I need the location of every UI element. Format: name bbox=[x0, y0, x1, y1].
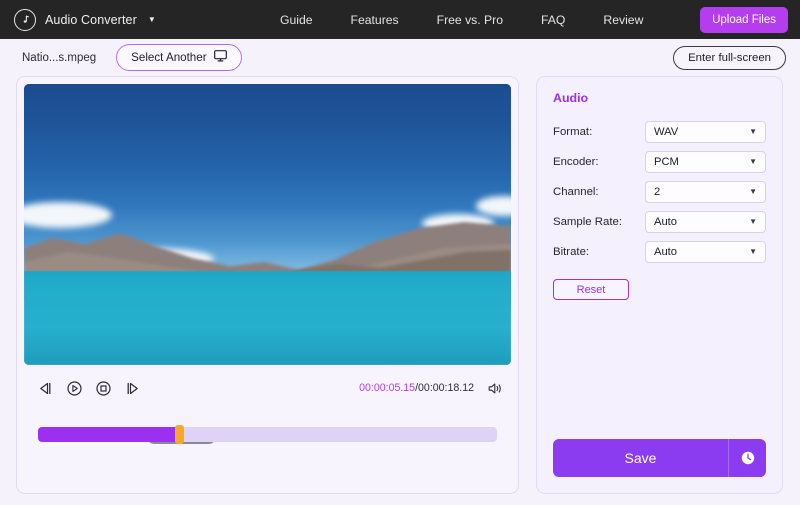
bitrate-select[interactable]: Auto ▼ bbox=[645, 241, 766, 263]
chevron-down-icon: ▼ bbox=[749, 187, 757, 196]
save-button[interactable]: Save bbox=[553, 439, 728, 477]
nav-item-features[interactable]: Features bbox=[351, 13, 399, 27]
prev-frame-icon bbox=[40, 382, 51, 394]
channel-value: 2 bbox=[654, 186, 661, 198]
progress-handle[interactable] bbox=[174, 425, 184, 444]
enter-fullscreen-button[interactable]: Enter full-screen bbox=[673, 45, 786, 70]
volume-button[interactable] bbox=[488, 382, 503, 395]
audio-settings-panel: Audio Format: WAV ▼ Encoder: PCM ▼ Chann… bbox=[536, 76, 783, 494]
reset-button[interactable]: Reset bbox=[553, 279, 629, 300]
channel-select[interactable]: 2 ▼ bbox=[645, 181, 766, 203]
chevron-down-icon: ▼ bbox=[749, 127, 757, 136]
app-header: Audio Converter ▼ Guide Features Free vs… bbox=[0, 0, 800, 39]
main-content: 00:00:05.15/00:00:18.12 00:00:05.15 Audi… bbox=[0, 76, 800, 494]
field-format: Format: WAV ▼ bbox=[553, 121, 766, 143]
format-select[interactable]: WAV ▼ bbox=[645, 121, 766, 143]
chevron-down-icon: ▼ bbox=[749, 157, 757, 166]
field-label: Encoder: bbox=[553, 156, 599, 168]
field-sample-rate: Sample Rate: Auto ▼ bbox=[553, 211, 766, 233]
brand-name: Audio Converter bbox=[45, 12, 137, 27]
clock-icon bbox=[741, 451, 754, 465]
total-time: 00:00:18.12 bbox=[418, 382, 474, 394]
previous-frame-button[interactable] bbox=[38, 382, 53, 395]
field-label: Bitrate: bbox=[553, 246, 590, 258]
encoder-select[interactable]: PCM ▼ bbox=[645, 151, 766, 173]
playback-controls-row: 00:00:05.15/00:00:18.12 bbox=[24, 373, 511, 403]
video-preview[interactable] bbox=[24, 84, 511, 365]
time-readout: 00:00:05.15/00:00:18.12 bbox=[359, 382, 474, 394]
field-bitrate: Bitrate: Auto ▼ bbox=[553, 241, 766, 263]
brand[interactable]: Audio Converter ▼ bbox=[14, 8, 156, 31]
field-encoder: Encoder: PCM ▼ bbox=[553, 151, 766, 173]
chevron-down-icon: ▼ bbox=[749, 247, 757, 256]
nav-item-guide[interactable]: Guide bbox=[280, 13, 313, 27]
music-note-circle-logo-icon bbox=[14, 8, 36, 31]
next-frame-icon bbox=[127, 382, 138, 394]
chevron-down-icon: ▼ bbox=[749, 217, 757, 226]
scrubber-area: 00:00:05.15 bbox=[24, 425, 511, 444]
field-label: Channel: bbox=[553, 186, 599, 198]
field-label: Format: bbox=[553, 126, 593, 138]
format-value: WAV bbox=[654, 126, 679, 138]
current-time: 00:00:05.15 bbox=[359, 382, 416, 394]
chevron-down-icon[interactable]: ▼ bbox=[148, 15, 156, 24]
sample-rate-select[interactable]: Auto ▼ bbox=[645, 211, 766, 233]
bitrate-value: Auto bbox=[654, 246, 678, 258]
progress-track[interactable] bbox=[38, 425, 497, 444]
main-nav: Guide Features Free vs. Pro FAQ Review bbox=[280, 13, 643, 27]
next-frame-button[interactable] bbox=[125, 382, 140, 395]
stop-icon bbox=[96, 380, 111, 396]
select-another-button[interactable]: Select Another bbox=[116, 44, 242, 71]
field-channel: Channel: 2 ▼ bbox=[553, 181, 766, 203]
field-label: Sample Rate: bbox=[553, 216, 623, 228]
select-another-label: Select Another bbox=[131, 51, 207, 64]
save-history-button[interactable] bbox=[728, 439, 766, 477]
lake-water bbox=[24, 271, 511, 365]
stop-button[interactable] bbox=[96, 380, 111, 396]
time-display: 00:00:05.15/00:00:18.12 bbox=[359, 382, 503, 395]
nav-item-faq[interactable]: FAQ bbox=[541, 13, 565, 27]
upload-files-button[interactable]: Upload Files bbox=[700, 6, 788, 33]
video-player-panel: 00:00:05.15/00:00:18.12 00:00:05.15 bbox=[16, 76, 519, 494]
nav-item-review[interactable]: Review bbox=[603, 13, 643, 27]
progress-fill bbox=[38, 427, 178, 442]
sample-rate-value: Auto bbox=[654, 216, 678, 228]
panel-title: Audio bbox=[553, 91, 589, 105]
play-button[interactable] bbox=[67, 380, 82, 396]
encoder-value: PCM bbox=[654, 156, 679, 168]
monitor-icon bbox=[213, 50, 227, 65]
filename-label: Natio...s.mpeg bbox=[22, 51, 97, 64]
save-row: Save bbox=[553, 439, 766, 477]
speaker-icon bbox=[488, 382, 501, 394]
file-subbar: Natio...s.mpeg Select Another Enter full… bbox=[0, 39, 800, 76]
nav-item-free-vs-pro[interactable]: Free vs. Pro bbox=[437, 13, 503, 27]
play-icon bbox=[67, 380, 82, 396]
playback-buttons bbox=[38, 380, 140, 396]
